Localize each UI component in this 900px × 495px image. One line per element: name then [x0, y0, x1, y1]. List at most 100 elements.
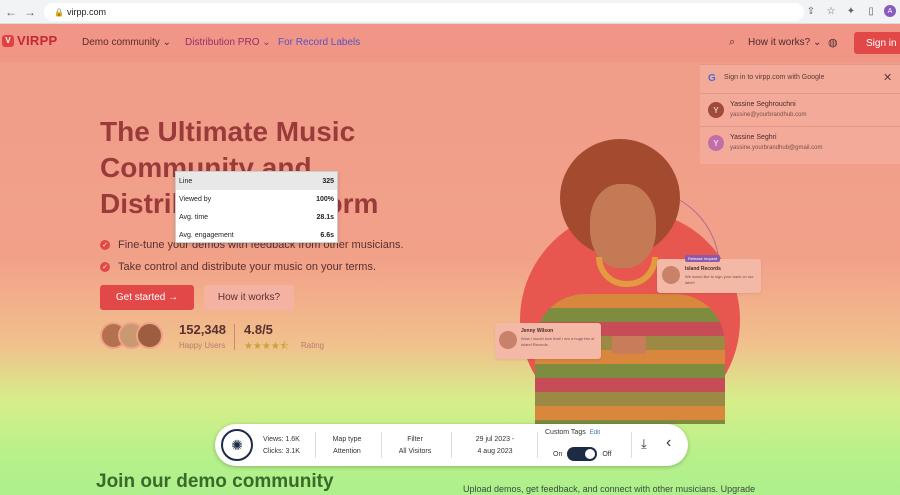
how-it-works-button[interactable]: How it works? — [204, 285, 294, 310]
site-logo[interactable]: V VIRPP — [2, 33, 58, 48]
back-arrow-icon[interactable]: ← — [3, 4, 19, 20]
custom-tags-toggle-group: On Off — [553, 447, 612, 461]
site-header: V VIRPP Demo community ⌄ Distribution PR… — [0, 24, 900, 62]
check-icon: ✓ — [100, 262, 110, 272]
divider — [700, 126, 900, 127]
google-account-item[interactable]: Y Yassine Seghrouchni yassine@yourbrandh… — [708, 99, 898, 127]
tooltip-row: Viewed by 100% — [176, 190, 337, 208]
bullet-text: Take control and distribute your music o… — [118, 261, 377, 273]
google-popup-title: Sign in to virpp.com with Google — [724, 74, 825, 81]
phone-icon — [612, 336, 646, 354]
filter-value: All Visitors — [398, 448, 432, 455]
download-icon[interactable]: ⤓ — [641, 436, 647, 452]
custom-tags-toggle[interactable] — [567, 447, 598, 461]
avatar — [499, 331, 517, 349]
logo-text: VIRPP — [17, 33, 58, 48]
tooltip-value: 325 — [322, 177, 334, 185]
bookmark-star-icon[interactable]: ☆ — [824, 4, 838, 18]
views-clicks-stats: Views: 1.6K Clicks: 3.1K — [263, 434, 300, 458]
toggle-knob — [585, 449, 596, 459]
hero-photo-face — [590, 184, 656, 268]
google-signin-popup: G Sign in to virpp.com with Google ✕ Y Y… — [700, 64, 900, 164]
island-records-bubble: Release request Island Records We would … — [657, 255, 761, 293]
google-logo-icon: G — [708, 73, 716, 84]
bubble-name: Island Records — [685, 266, 721, 272]
views-count: Views: 1.6K — [263, 436, 300, 443]
avatar: Y — [708, 102, 724, 118]
globe-icon[interactable]: ◍ — [828, 36, 838, 49]
forward-arrow-icon[interactable]: → — [22, 4, 38, 20]
side-panel-icon[interactable]: ▯ — [864, 4, 878, 18]
logo-mark-icon: V — [2, 34, 14, 47]
rating-value: 4.8/5 — [244, 322, 273, 337]
heatmap-toolbar: ✺ Views: 1.6K Clicks: 3.1K Map type Atte… — [215, 424, 688, 466]
bubble-text: We would like to sign your track on our … — [685, 274, 754, 285]
date-end: 4 aug 2023 — [477, 448, 513, 455]
heatmap-stats-tooltip: Line 325 Viewed by 100% Avg. time 28.1s … — [175, 171, 338, 243]
divider — [700, 93, 900, 94]
hero-bullet: ✓ Take control and distribute your music… — [100, 256, 404, 278]
address-bar[interactable]: 🔒 virpp.com — [44, 3, 804, 21]
edit-tags-link[interactable]: Edit — [590, 430, 600, 436]
clicks-count: Clicks: 3.1K — [263, 448, 300, 455]
date-start: 29 jul 2023 - — [475, 436, 515, 443]
bubble-name: Jenny Wilson — [521, 328, 554, 334]
chevron-left-icon[interactable]: ‹ — [666, 434, 671, 452]
users-count: 152,348 — [179, 322, 226, 337]
users-label: Happy Users — [179, 341, 226, 350]
sign-in-button[interactable]: Sign in — [854, 32, 900, 54]
tooltip-label: Avg. time — [179, 213, 209, 221]
nav-record-labels[interactable]: For Record Labels — [278, 37, 360, 48]
date-range-selector[interactable]: 29 jul 2023 - 4 aug 2023 — [465, 434, 525, 458]
share-icon[interactable]: ⇪ — [804, 4, 818, 18]
tooltip-row: Avg. time 28.1s — [176, 208, 337, 226]
section-description: Upload demos, get feedback, and connect … — [463, 484, 756, 494]
tooltip-row: Avg. engagement 6.6s — [176, 226, 337, 244]
avatar: Y — [708, 135, 724, 151]
custom-tags-group: Custom Tags Edit — [545, 429, 611, 436]
search-icon[interactable]: ⌕ — [729, 36, 735, 49]
filter-selector[interactable]: Filter All Visitors — [393, 434, 437, 458]
hero-photo-sweater — [535, 294, 725, 424]
map-type-value: Attention — [333, 448, 361, 455]
get-started-button[interactable]: Get started → — [100, 285, 194, 310]
divider — [451, 432, 452, 458]
release-request-tag: Release request — [685, 255, 721, 262]
analytics-logo-icon[interactable]: ✺ — [221, 429, 253, 461]
google-account-item[interactable]: Y Yassine Seghri yassine.yourbrandhub@gm… — [708, 132, 898, 160]
extensions-puzzle-icon[interactable]: ✦ — [844, 4, 858, 18]
tooltip-value: 100% — [316, 195, 334, 203]
account-name: Yassine Seghri — [730, 134, 777, 141]
divider — [381, 432, 382, 458]
toggle-on-label: On — [553, 450, 563, 458]
star-rating-icon: ★★★★⯪ — [244, 341, 290, 352]
browser-actions: ⇪ ☆ ✦ ▯ A — [804, 4, 896, 18]
nav-how-it-works[interactable]: How it works? ⌄ — [748, 37, 821, 48]
profile-avatar[interactable]: A — [884, 5, 896, 17]
tooltip-row: Line 325 — [176, 172, 337, 190]
avatar — [662, 266, 680, 284]
divider — [315, 432, 316, 458]
map-type-label: Map type — [332, 436, 362, 443]
divider — [537, 432, 538, 458]
section-title: Join our demo community — [96, 471, 334, 492]
tooltip-value: 6.6s — [320, 231, 334, 239]
stat-divider — [234, 324, 235, 350]
bubble-text: Wow I would love that! I am a huge fan o… — [521, 336, 595, 347]
filter-label: Filter — [407, 436, 423, 443]
custom-tags-label: Custom Tags — [545, 429, 586, 436]
account-email: yassine@yourbrandhub.com — [730, 112, 807, 118]
nav-demo-community[interactable]: Demo community ⌄ — [82, 37, 171, 48]
tooltip-label: Viewed by — [179, 195, 212, 203]
user-avatars — [100, 322, 163, 349]
tooltip-value: 28.1s — [316, 213, 334, 221]
map-type-selector[interactable]: Map type Attention — [327, 434, 367, 458]
browser-toolbar: ← → ⟳ 🔒 virpp.com ⇪ ☆ ✦ ▯ A — [0, 0, 900, 24]
tooltip-label: Avg. engagement — [179, 231, 234, 239]
rating-label: Rating — [301, 341, 325, 350]
toggle-off-label: Off — [602, 450, 612, 458]
account-name: Yassine Seghrouchni — [730, 101, 796, 108]
close-icon[interactable]: ✕ — [883, 71, 892, 84]
nav-distribution-pro[interactable]: Distribution PRO ⌄ — [185, 37, 271, 48]
tooltip-label: Line — [179, 177, 193, 185]
